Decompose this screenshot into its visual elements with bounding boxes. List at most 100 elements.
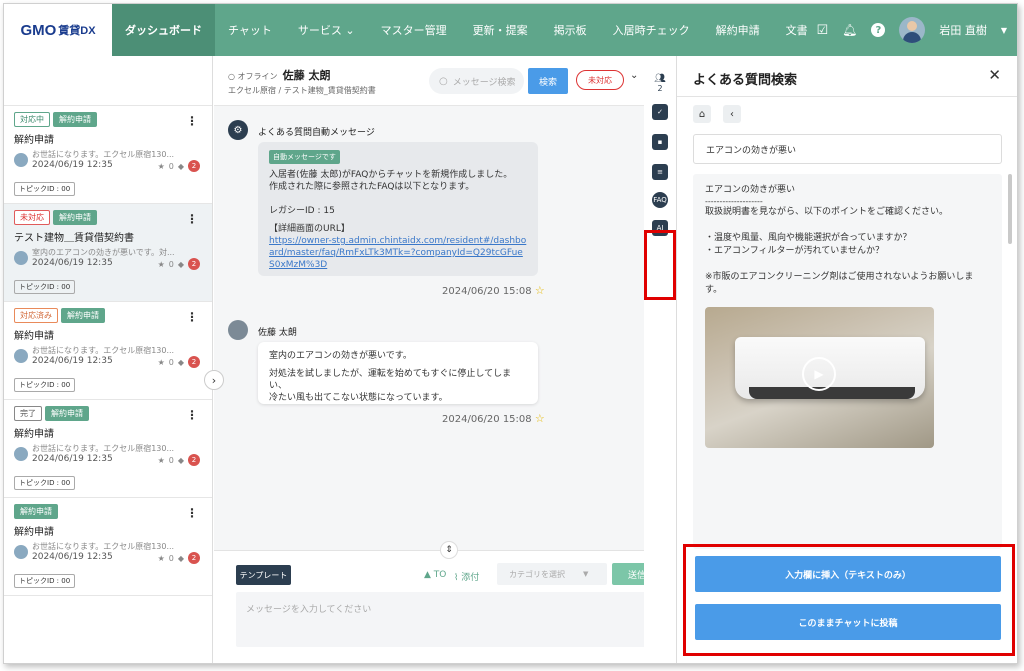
diamond-icon: ◆ — [177, 455, 184, 465]
nav-movein-check[interactable]: 入居時チェック — [600, 4, 703, 56]
nav-chat[interactable]: チャット — [215, 4, 285, 56]
avatar — [14, 348, 28, 363]
paperclip-icon: ⌇ — [454, 573, 459, 583]
close-icon[interactable]: ✕ — [988, 66, 1001, 84]
status-badge: 対応中 — [14, 112, 50, 127]
chat-list-item[interactable]: 対応中 解約申請 ⋮ 解約申請 お世話になります。エクセル原宿130... 202… — [4, 106, 212, 204]
star-icon[interactable]: ☆ — [535, 284, 545, 297]
star-icon[interactable]: ★ — [158, 162, 165, 171]
chat-list-item[interactable]: 完了 解約申請 ⋮ 解約申請 お世話になります。エクセル原宿130... 2024… — [4, 400, 212, 498]
help-icon[interactable]: ? — [871, 23, 886, 37]
topic-id: トピックID : 00 — [14, 476, 76, 490]
more-options-icon[interactable]: ⋮ — [186, 506, 198, 520]
diamond-icon: ◆ — [177, 161, 184, 171]
task-check-icon[interactable]: ☑ — [816, 23, 828, 38]
top-nav: GMO 賃貸DX ダッシュボード チャット サービス ⌄ マスター管理 更新・提案… — [4, 4, 1017, 56]
caret-down-icon: ▼ — [583, 570, 589, 578]
search-button[interactable]: 検索 — [528, 68, 568, 94]
diamond-icon: ◆ — [177, 553, 184, 563]
message-search-input[interactable]: ○ メッセージ検索 — [429, 68, 524, 94]
more-options-icon[interactable]: ⋮ — [186, 212, 198, 226]
nav-master[interactable]: マスター管理 — [368, 4, 460, 56]
nav-dashboard[interactable]: ダッシュボード — [112, 4, 215, 56]
resize-handle-icon[interactable]: ⇕ — [440, 541, 458, 559]
logo[interactable]: GMO 賃貸DX — [4, 4, 112, 56]
faq-icon[interactable]: FAQ — [652, 192, 668, 208]
chevron-down-icon[interactable]: ⌄ — [630, 70, 638, 81]
item-title: テスト建物＿賃貸借契約書 — [14, 233, 134, 244]
aircon-video-thumbnail[interactable]: ▶ — [705, 307, 934, 448]
search-icon: ○ — [439, 75, 448, 87]
status-badge: 対応済み — [14, 308, 58, 323]
play-icon[interactable]: ▶ — [802, 357, 836, 391]
type-badge: 解約申請 — [61, 308, 105, 323]
scrollbar[interactable] — [1008, 174, 1012, 244]
type-badge: 解約申請 — [45, 406, 89, 421]
chat-list-items: 対応中解約申請 ⋮ 解約申請 お世話になります。エクセル原宿130... 202… — [4, 106, 212, 596]
user-message-bubble: 室内のエアコンの効きが悪いです。 対処法を試しましたが、運転を始めてもすぐに停止… — [258, 342, 538, 404]
status-badge: 完了 — [14, 406, 42, 421]
document-icon[interactable]: ≡ — [652, 164, 668, 180]
faq-detail-link[interactable]: https://owner-stg.admin.chintaidx.com/re… — [269, 235, 527, 271]
user-message-time: 2024/06/20 15:08 ☆ — [442, 412, 545, 425]
nav-board[interactable]: 掲示板 — [541, 4, 600, 56]
user-name[interactable]: 岩田 直樹 — [939, 22, 987, 38]
template-button[interactable]: テンプレート — [236, 565, 291, 585]
star-icon[interactable]: ☆ — [535, 412, 545, 425]
home-icon[interactable]: ⌂ — [693, 105, 711, 123]
item-date: 2024/06/19 12:35 — [32, 552, 113, 562]
nav-documents[interactable]: 文書 — [773, 4, 821, 56]
chat-panel: ○ オフライン 佐藤 太朗 エクセル原宿 / テスト建物_賃貸借契約書 ○ メッセ… — [214, 56, 662, 663]
divider — [677, 96, 1017, 97]
members-icon[interactable]: 👥︎ 2 — [652, 74, 668, 93]
user-avatar-small — [228, 320, 248, 340]
status-dropdown[interactable]: 未対応 — [576, 70, 624, 90]
auto-message-tag: 自動メッセージです — [269, 150, 340, 164]
avatar — [14, 446, 28, 461]
item-date: 2024/06/19 12:35 — [32, 160, 113, 170]
faq-answer: エアコンの効きが悪い -------------------- 取扱説明書を見な… — [693, 174, 1002, 549]
attach-button[interactable]: ⌇ 添付 — [454, 570, 479, 583]
bot-sender-name: よくある質問自動メッセージ — [258, 128, 375, 138]
expand-panel-button[interactable]: › — [204, 370, 224, 390]
contact-card-icon[interactable]: ▪ — [652, 134, 668, 150]
checkbox-icon[interactable]: ✓ — [652, 104, 668, 120]
more-options-icon[interactable]: ⋮ — [186, 408, 198, 422]
more-options-icon[interactable]: ⋮ — [186, 114, 198, 128]
chat-list-item[interactable]: 未対応 解約申請 ⋮ テスト建物＿賃貸借契約書 室内のエアコンの効きが悪いです。対… — [4, 204, 212, 302]
item-title: 解約申請 — [14, 135, 54, 146]
avatar — [14, 152, 28, 167]
avatar — [14, 250, 28, 265]
faq-question[interactable]: エアコンの効きが悪い — [693, 134, 1002, 164]
bot-message-bubble: 自動メッセージです 入居者(佐藤 太郎)がFAQからチャットを新規作成しました。… — [258, 142, 538, 276]
user-avatar[interactable] — [899, 17, 926, 43]
back-icon[interactable]: ‹ — [723, 105, 741, 123]
faq-panel-title: よくある質問検索 — [693, 73, 798, 88]
bell-icon[interactable]: 🔔︎ — [842, 23, 857, 37]
item-preview: 室内のエアコンの効きが悪いです。対... — [32, 248, 175, 257]
chat-list-header — [4, 56, 212, 106]
caret-down-icon[interactable]: ▼ — [1001, 26, 1007, 35]
person-icon: ▲ — [424, 570, 431, 580]
star-icon[interactable]: ★ — [158, 456, 165, 465]
diamond-icon: ◆ — [177, 259, 184, 269]
more-options-icon[interactable]: ⋮ — [186, 310, 198, 324]
nav-service[interactable]: サービス ⌄ — [285, 4, 368, 56]
category-select[interactable]: カテゴリを選択 ▼ — [497, 563, 607, 585]
type-badge: 解約申請 — [53, 210, 97, 225]
chat-list-item[interactable]: 対応済み 解約申請 ⋮ 解約申請 お世話になります。エクセル原宿130... 20… — [4, 302, 212, 400]
item-preview: お世話になります。エクセル原宿130... — [32, 150, 175, 159]
to-button[interactable]: ▲ TO — [424, 570, 446, 580]
message-input[interactable]: メッセージを入力してください — [236, 592, 662, 647]
nav-cancellation[interactable]: 解約申請 — [703, 4, 773, 56]
side-toolbar: 👥︎ 2 ✓ ▪ ≡ FAQ AI — [644, 56, 676, 663]
unread-count: 2 — [188, 160, 200, 172]
item-preview: お世話になります。エクセル原宿130... — [32, 346, 175, 355]
star-icon[interactable]: ★ — [158, 358, 165, 367]
item-title: 解約申請 — [14, 331, 54, 342]
item-title: 解約申請 — [14, 429, 54, 440]
chat-list-item[interactable]: 解約申請 ⋮ 解約申請 お世話になります。エクセル原宿130... 2024/0… — [4, 498, 212, 596]
nav-renewal[interactable]: 更新・提案 — [460, 4, 541, 56]
star-icon[interactable]: ★ — [158, 260, 165, 269]
star-icon[interactable]: ★ — [158, 554, 165, 563]
